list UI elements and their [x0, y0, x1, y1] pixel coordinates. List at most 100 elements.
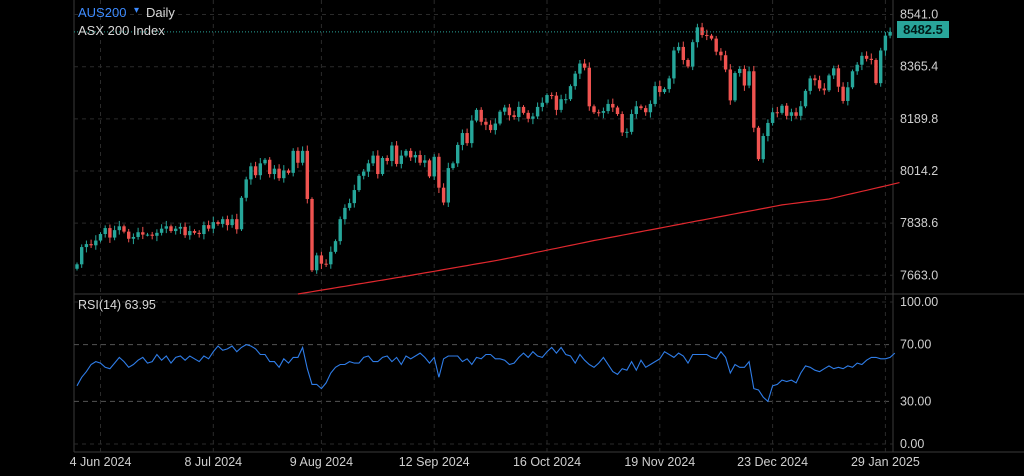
timeframe-label[interactable]: Daily [146, 5, 175, 20]
candle-body [874, 59, 878, 84]
candle-body [531, 116, 535, 119]
candle-body [244, 179, 248, 198]
candle-body [432, 156, 436, 177]
candle-body [296, 150, 300, 163]
candle-body [883, 35, 888, 51]
candle-body [648, 103, 653, 113]
rsi-indicator-label[interactable]: RSI(14) 63.95 [78, 298, 156, 312]
candle-body [404, 150, 408, 156]
candle-body [366, 163, 371, 172]
instrument-name: ASX 200 Index [78, 23, 165, 38]
candle-body [813, 78, 817, 81]
candle-body [658, 86, 662, 93]
price-tick-label: 8365.4 [900, 60, 938, 74]
candle-body [629, 114, 634, 132]
candle-body [324, 263, 328, 265]
candle-body [592, 106, 596, 113]
candle-body [667, 78, 671, 90]
candle-body [418, 155, 422, 163]
candle-body [634, 106, 638, 115]
candle-body [131, 236, 136, 239]
moving-average-layer [297, 182, 900, 295]
candle-body [159, 228, 164, 233]
candle-body [446, 168, 450, 203]
candle-body [178, 226, 183, 229]
symbol-dropdown-icon[interactable]: ▾ [134, 5, 139, 16]
candle-body [888, 31, 892, 36]
candle-body [268, 159, 272, 175]
candle-body [145, 234, 150, 236]
trading-chart[interactable]: 8541.0 8365.4 8189.8 8014.2 7838.6 7663.0 100.… [0, 0, 1024, 471]
chart-canvas[interactable]: 8541.0 8365.4 8189.8 8014.2 7838.6 7663.0 100.… [0, 0, 1024, 471]
candle-body [225, 219, 230, 226]
candle-body [216, 222, 220, 224]
candle-body [385, 157, 389, 161]
candle-body [545, 95, 549, 103]
candle-body [333, 241, 338, 252]
candle-body [164, 226, 168, 229]
candle-body [202, 225, 206, 235]
candle-body [122, 226, 126, 232]
candle-body [770, 112, 775, 123]
candle-body [846, 87, 850, 101]
candle-body [521, 106, 526, 113]
time-tick-label: 23 Dec 2024 [737, 455, 808, 469]
last-price-badge: 8482.5 [897, 21, 949, 38]
rsi-tick-label: 30.00 [900, 394, 931, 408]
candle-body [460, 133, 465, 145]
candle-body [756, 127, 761, 160]
candle-body [329, 251, 333, 265]
candle-body [470, 120, 474, 144]
candle-body [206, 225, 211, 229]
time-tick-label: 8 Jul 2024 [184, 455, 242, 469]
candle-body [817, 80, 822, 89]
symbol-label[interactable]: AUS200 [78, 5, 126, 20]
candle-body [188, 231, 192, 236]
candle-body [827, 75, 831, 91]
candle-body [357, 175, 361, 191]
candle-body [742, 68, 747, 86]
candle-body [117, 226, 121, 231]
candle-body [587, 67, 591, 107]
time-tick-label: 12 Sep 2024 [399, 455, 470, 469]
time-tick-label: 19 Nov 2024 [624, 455, 695, 469]
candle-body [639, 106, 643, 109]
candle-body [606, 103, 610, 112]
candle-body [559, 99, 563, 110]
candle-body [183, 226, 187, 236]
candle-body [376, 155, 380, 175]
candle-body [465, 133, 469, 144]
candle-body [192, 231, 197, 233]
candle-body [554, 95, 559, 110]
candle-body [310, 198, 314, 271]
candle-body [789, 112, 794, 116]
candle-body [211, 222, 215, 229]
candle-body [733, 73, 737, 101]
candle-body [371, 155, 375, 164]
candle-body [705, 35, 709, 37]
candle-body [437, 156, 441, 188]
candle-body [343, 207, 347, 220]
candle-body [352, 190, 356, 204]
candle-body [94, 240, 98, 246]
candle-body [719, 51, 723, 56]
candle-body [691, 42, 695, 67]
candle-body [869, 58, 873, 60]
candle-body [676, 46, 681, 51]
candle-body [803, 90, 808, 107]
candle-body [451, 163, 455, 169]
candle-body [409, 150, 413, 158]
candle-body [625, 131, 629, 133]
candle-body [150, 234, 154, 236]
candle-body [836, 68, 841, 87]
candle-body [686, 59, 690, 67]
time-tick-label: 4 Jun 2024 [70, 455, 132, 469]
price-tick-label: 7663.0 [900, 268, 938, 282]
candle-body [197, 232, 201, 235]
candle-body [709, 35, 714, 39]
candle-body [780, 105, 784, 113]
rsi-name: RSI(14) [78, 298, 122, 312]
candle-body [300, 150, 305, 163]
candle-body [850, 71, 855, 88]
candle-body [235, 219, 239, 230]
